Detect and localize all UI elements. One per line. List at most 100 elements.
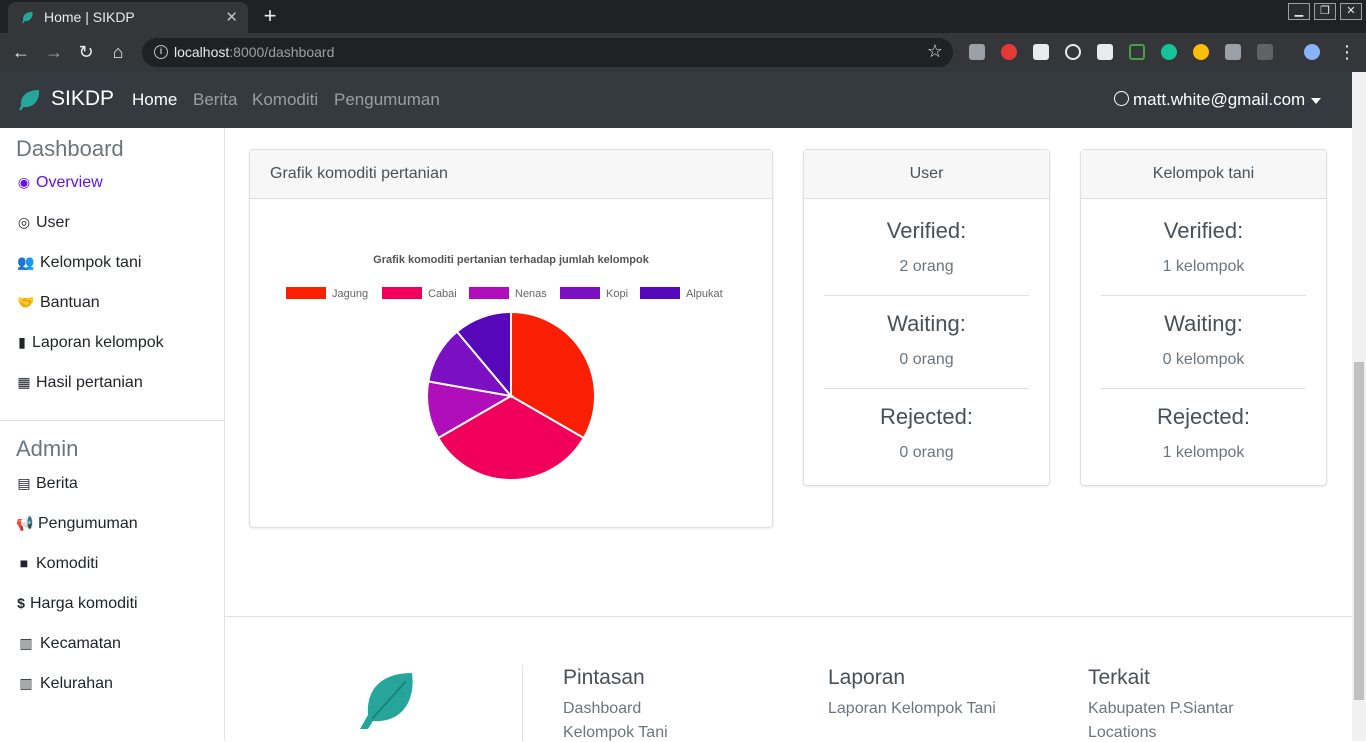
kelompok-rejected-value: 1 kelompok xyxy=(1162,444,1245,461)
legend-item-alpukat[interactable]: Alpukat xyxy=(640,287,723,300)
legend-swatch xyxy=(560,287,600,299)
legend-item-nenas[interactable]: Nenas xyxy=(469,287,547,300)
nav-link-pengumuman[interactable]: Pengumuman xyxy=(334,90,440,110)
restore-window-icon[interactable]: ❐ xyxy=(1314,3,1336,20)
sidebar-item-kecamatan[interactable]: ▥ Kecamatan xyxy=(16,635,121,653)
extension-icon[interactable] xyxy=(1193,44,1209,60)
footer-heading-terkait: Terkait xyxy=(1088,666,1150,689)
user-rejected-label: Rejected: xyxy=(880,404,973,429)
legend-swatch xyxy=(469,287,509,299)
divider xyxy=(824,295,1029,296)
kebab-menu-icon[interactable]: ⋮ xyxy=(1335,40,1359,64)
divider xyxy=(1101,388,1306,389)
footer-heading-laporan: Laporan xyxy=(828,666,906,689)
profile-avatar-icon[interactable] xyxy=(1304,44,1320,60)
info-icon[interactable]: i xyxy=(154,45,168,59)
sidebar: Dashboard ◉ Overview ◎ User 👥 Kelompok tani… xyxy=(0,128,225,741)
sidebar-item-komoditi[interactable]: ■ Komoditi xyxy=(16,555,98,573)
nav-link-home[interactable]: Home xyxy=(132,90,177,110)
forward-arrow-icon[interactable]: → xyxy=(42,40,66,64)
pie-chart xyxy=(426,310,596,481)
user-verified-label: Verified: xyxy=(886,218,967,243)
extension-icon[interactable] xyxy=(1097,44,1113,60)
sidebar-heading-dashboard: Dashboard xyxy=(16,136,124,161)
chart-title: Grafik komoditi pertanian terhadap jumla… xyxy=(373,254,649,266)
back-arrow-icon[interactable]: ← xyxy=(9,40,33,64)
cubes-icon: ▦ xyxy=(17,374,31,390)
legend-swatch xyxy=(286,287,326,299)
page-scrollbar[interactable] xyxy=(1352,72,1366,741)
extension-icon[interactable] xyxy=(1129,44,1145,60)
minimize-window-icon[interactable]: ▁ xyxy=(1288,3,1310,20)
new-tab-icon[interactable]: + xyxy=(257,4,283,28)
dot-circle-icon: ◉ xyxy=(17,174,31,190)
divider xyxy=(824,388,1029,389)
sidebar-item-kelompok-tani[interactable]: 👥 Kelompok tani xyxy=(16,254,141,272)
browser-toolbar: ← → ↻ ⌂ i localhost:8000/dashboard ☆ ⋮ xyxy=(0,33,1366,72)
scrollbar-thumb[interactable] xyxy=(1354,362,1364,700)
user-circle-icon xyxy=(1114,91,1129,106)
tab-close-icon[interactable]: ✕ xyxy=(225,8,238,26)
grammarly-icon[interactable] xyxy=(1161,44,1177,60)
legend-item-cabai[interactable]: Cabai xyxy=(382,287,457,300)
sidebar-item-harga-komoditi[interactable]: $ Harga komoditi xyxy=(16,595,138,613)
close-window-icon[interactable]: ✕ xyxy=(1340,3,1362,20)
sidebar-item-bantuan[interactable]: 🤝 Bantuan xyxy=(16,294,99,312)
browser-tab[interactable]: Home | SIKDP ✕ xyxy=(8,2,248,33)
kelompok-verified-label: Verified: xyxy=(1163,218,1244,243)
users-icon: 👥 xyxy=(17,254,35,270)
user-waiting-value: 0 orang xyxy=(899,351,954,368)
footer-link-kelompok-tani[interactable]: Kelompok Tani xyxy=(563,724,668,742)
legend-item-jagung[interactable]: Jagung xyxy=(286,287,368,300)
sidebar-divider xyxy=(0,420,224,421)
user-dropdown[interactable]: matt.white@gmail.com xyxy=(1114,90,1322,110)
tab-title: Home | SIKDP xyxy=(44,9,135,25)
sidebar-item-pengumuman[interactable]: 📢 Pengumuman xyxy=(16,515,137,533)
extension-icon[interactable] xyxy=(1225,44,1241,60)
user-card: User Verified: 2 orang Waiting: 0 orang … xyxy=(803,149,1050,486)
legend-item-kopi[interactable]: Kopi xyxy=(560,287,628,300)
extension-icon[interactable] xyxy=(1033,44,1049,60)
sidebar-item-laporan-kelompok[interactable]: ▮ Laporan kelompok xyxy=(16,334,164,352)
kelompok-rejected-label: Rejected: xyxy=(1157,404,1250,429)
extension-icon[interactable] xyxy=(969,44,985,60)
kelompok-waiting-value: 0 kelompok xyxy=(1162,351,1245,368)
sidebar-item-kelurahan[interactable]: ▥ Kelurahan xyxy=(16,675,113,693)
sidebar-item-berita[interactable]: ▤ Berita xyxy=(16,475,77,493)
sidebar-heading-admin: Admin xyxy=(16,436,79,461)
kelompok-card-header: Kelompok tani xyxy=(1081,150,1326,199)
sidebar-item-hasil-pertanian[interactable]: ▦ Hasil pertanian xyxy=(16,374,142,392)
bullhorn-icon: 📢 xyxy=(16,515,34,531)
footer-link-locations[interactable]: Locations xyxy=(1088,724,1157,742)
footer: Pintasan Dashboard Kelompok Tani Laporan… xyxy=(225,616,1352,742)
reload-icon[interactable]: ↻ xyxy=(74,40,98,64)
leaf-favicon-icon xyxy=(21,11,33,24)
bookmark-star-icon[interactable]: ☆ xyxy=(927,41,943,62)
nav-link-komoditi[interactable]: Komoditi xyxy=(252,90,318,110)
footer-link-dashboard[interactable]: Dashboard xyxy=(563,700,641,718)
sidebar-item-user[interactable]: ◎ User xyxy=(16,214,70,232)
hands-helping-icon: 🤝 xyxy=(17,294,35,310)
address-bar[interactable]: i localhost:8000/dashboard ☆ xyxy=(142,38,953,67)
home-icon[interactable]: ⌂ xyxy=(106,40,130,64)
qr-code-icon[interactable] xyxy=(1257,44,1273,60)
extension-icon[interactable] xyxy=(1001,44,1017,60)
sidebar-item-overview[interactable]: ◉ Overview xyxy=(16,174,103,192)
newspaper-icon: ▤ xyxy=(17,475,31,491)
footer-divider xyxy=(522,665,523,742)
user-waiting-label: Waiting: xyxy=(887,311,966,336)
nav-link-berita[interactable]: Berita xyxy=(193,90,237,110)
user-rejected-value: 0 orang xyxy=(899,444,954,461)
browser-tab-bar: Home | SIKDP ✕ + ▁ ❐ ✕ xyxy=(0,0,1366,33)
user-verified-value: 2 orang xyxy=(899,258,954,275)
extension-icon[interactable] xyxy=(1065,44,1081,60)
legend-swatch xyxy=(640,287,680,299)
brand-name[interactable]: SIKDP xyxy=(51,87,114,111)
user-circle-icon: ◎ xyxy=(17,214,31,230)
footer-link-laporan-kelompok-tani[interactable]: Laporan Kelompok Tani xyxy=(828,700,996,718)
kelompok-tani-card: Kelompok tani Verified: 1 kelompok Waiti… xyxy=(1080,149,1327,486)
dollar-icon: $ xyxy=(17,595,25,611)
footer-link-kabupaten[interactable]: Kabupaten P.Siantar xyxy=(1088,700,1234,718)
city-icon: ▥ xyxy=(19,675,33,691)
leaf-logo-icon[interactable] xyxy=(17,88,41,112)
